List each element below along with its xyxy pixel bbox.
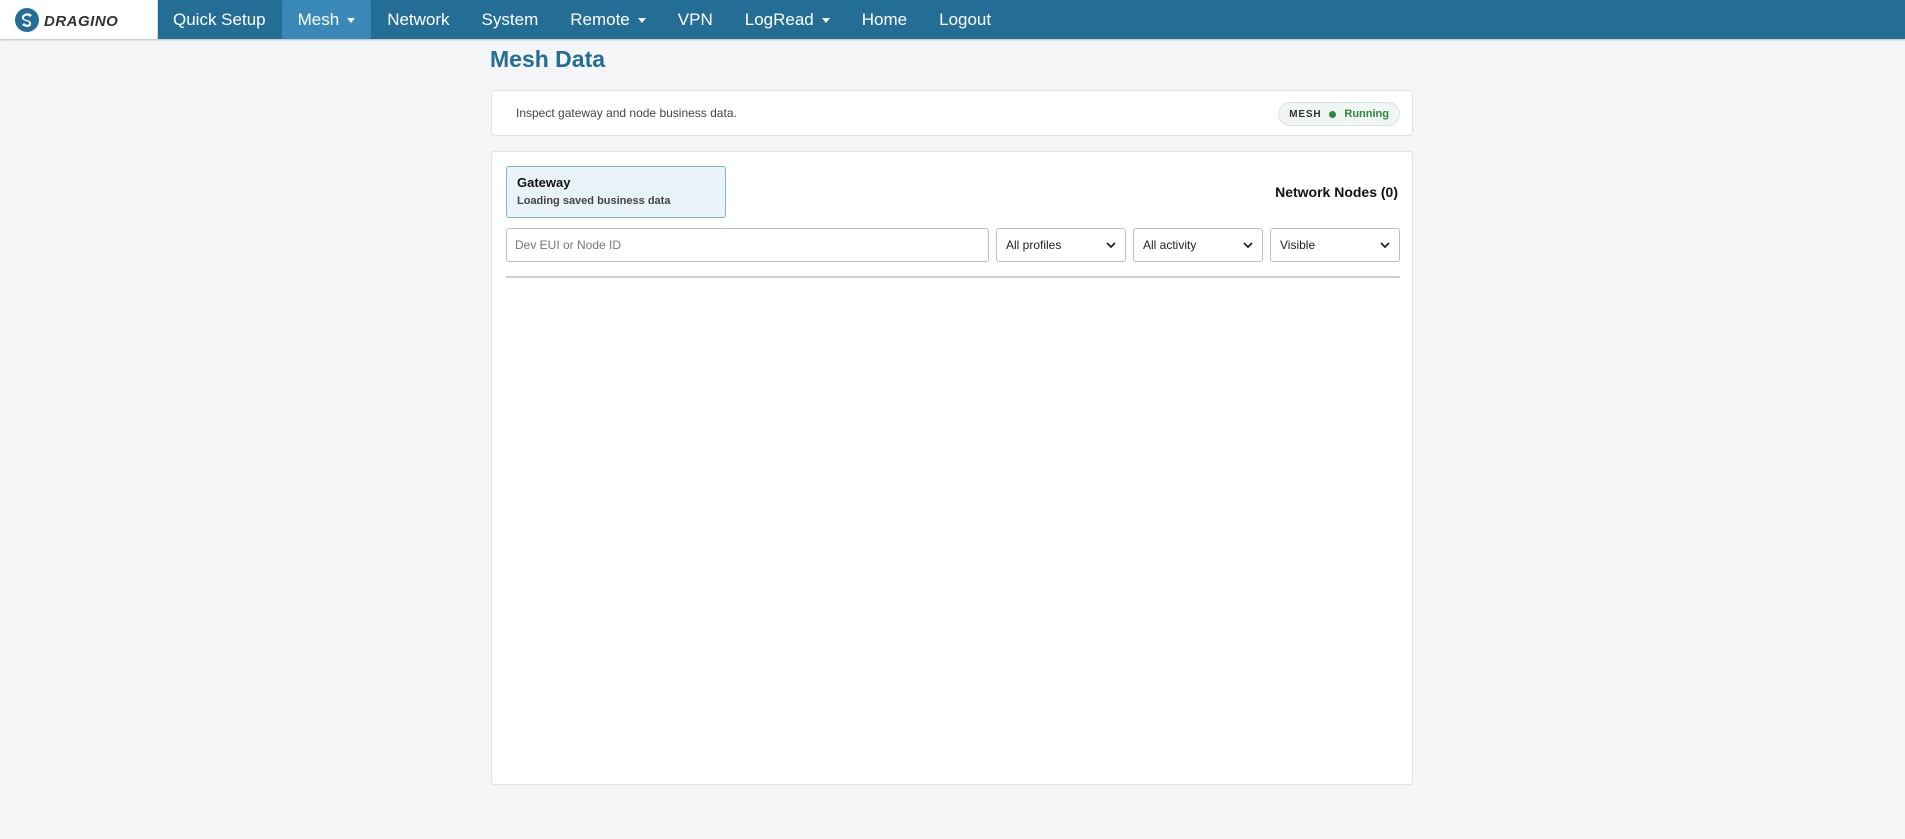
activity-select-value: All activity — [1143, 238, 1197, 252]
status-badge: MESH Running — [1278, 102, 1400, 126]
nav-item-vpn[interactable]: VPN — [662, 0, 729, 39]
nav-item-label: Quick Setup — [173, 9, 266, 29]
status-badge-label: MESH — [1289, 108, 1322, 120]
page-title: Mesh Data — [490, 46, 606, 72]
chevron-down-icon — [1380, 241, 1390, 248]
caret-down-icon — [637, 18, 646, 23]
nav-item-label: VPN — [677, 9, 713, 29]
nav-item-label: Remote — [570, 9, 630, 29]
nav-item-quick-setup[interactable]: Quick Setup — [157, 0, 282, 39]
profile-select[interactable]: All profiles — [996, 228, 1126, 262]
brand-logo[interactable]: DRAGINO — [0, 0, 158, 39]
activity-select[interactable]: All activity — [1133, 228, 1263, 262]
search-input[interactable] — [506, 228, 989, 262]
chevron-down-icon — [1243, 241, 1253, 248]
nav-item-remote[interactable]: Remote — [554, 0, 662, 39]
top-navbar: DRAGINO Quick Setup Mesh Network System Remo… — [0, 0, 1905, 39]
nav-item-label: Network — [387, 9, 450, 29]
status-dot-icon — [1329, 110, 1337, 118]
table-divider — [506, 276, 1400, 278]
gateway-tile[interactable]: Gateway Loading saved business data — [506, 166, 726, 218]
gateway-subtitle: Loading saved business data — [517, 195, 671, 207]
main-nav: Quick Setup Mesh Network System Remote VPN Log… — [157, 0, 1007, 39]
brand-wordmark: DRAGINO — [44, 13, 118, 30]
nav-item-label: Logout — [939, 9, 992, 29]
nav-item-logout[interactable]: Logout — [923, 0, 1007, 39]
nav-item-label: System — [481, 9, 539, 29]
status-text: Running — [1344, 108, 1389, 120]
mesh-data-panel: Gateway Loading saved business data Netw… — [491, 151, 1413, 785]
caret-down-icon — [821, 18, 830, 23]
visibility-select-value: Visible — [1280, 238, 1316, 252]
profile-select-value: All profiles — [1006, 238, 1062, 252]
dragino-logo-icon: DRAGINO — [14, 7, 118, 32]
nav-item-mesh[interactable]: Mesh — [281, 0, 372, 39]
caret-down-icon — [347, 18, 356, 23]
nav-item-network[interactable]: Network — [371, 0, 465, 39]
nav-item-label: Home — [861, 9, 908, 29]
filter-bar: All profiles All activity Visible — [506, 228, 1400, 262]
info-card: Inspect gateway and node business data. … — [491, 90, 1413, 136]
network-nodes-heading: Network Nodes (0) — [1275, 184, 1398, 200]
nav-item-label: LogRead — [744, 9, 814, 29]
visibility-select[interactable]: Visible — [1270, 228, 1400, 262]
page-description: Inspect gateway and node business data. — [516, 106, 737, 120]
chevron-down-icon — [1106, 241, 1116, 248]
nav-item-logread[interactable]: LogRead — [729, 0, 846, 39]
gateway-title: Gateway — [517, 175, 571, 190]
nav-item-home[interactable]: Home — [846, 0, 923, 39]
nav-item-label: Mesh — [297, 9, 340, 29]
nav-item-system[interactable]: System — [466, 0, 555, 39]
